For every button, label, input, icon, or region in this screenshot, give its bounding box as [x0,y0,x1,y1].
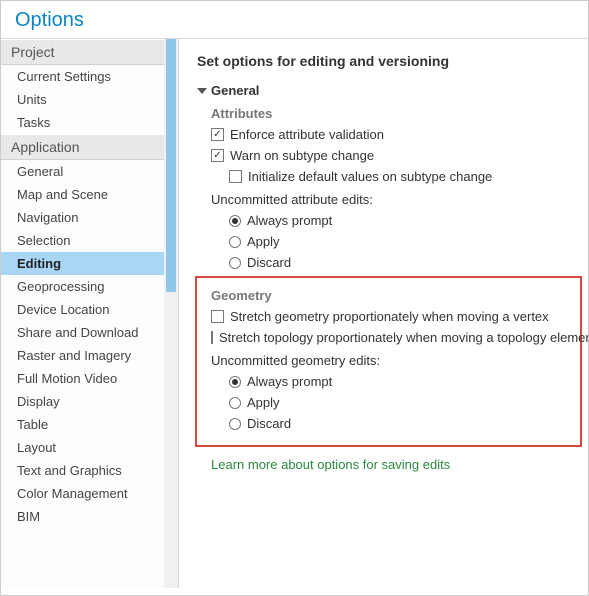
sidebar-item-raster-and-imagery[interactable]: Raster and Imagery [1,344,178,367]
checkbox-enforce-validation[interactable] [211,128,224,141]
sidebar-item-device-location[interactable]: Device Location [1,298,178,321]
label-geom-apply: Apply [247,395,280,410]
label-attr-discard: Discard [247,255,291,270]
sidebar-item-selection[interactable]: Selection [1,229,178,252]
sidebar: Project Current Settings Units Tasks App… [1,39,179,588]
sidebar-item-layout[interactable]: Layout [1,436,178,459]
label-stretch-geometry: Stretch geometry proportionately when mo… [230,309,549,324]
sidebar-item-current-settings[interactable]: Current Settings [1,65,178,88]
sidebar-item-bim[interactable]: BIM [1,505,178,528]
label-stretch-topology: Stretch topology proportionately when mo… [219,330,588,345]
checkbox-stretch-geometry[interactable] [211,310,224,323]
sidebar-item-full-motion-video[interactable]: Full Motion Video [1,367,178,390]
sidebar-item-navigation[interactable]: Navigation [1,206,178,229]
sidebar-item-editing[interactable]: Editing [1,252,178,275]
sidebar-scrollbar-thumb[interactable] [166,39,176,292]
learn-more-link[interactable]: Learn more about options for saving edit… [211,457,588,472]
label-geom-discard: Discard [247,416,291,431]
section-general-label: General [211,83,259,98]
sidebar-group-application[interactable]: Application [1,134,178,160]
sidebar-scrollbar[interactable] [164,39,178,588]
sidebar-item-text-and-graphics[interactable]: Text and Graphics [1,459,178,482]
label-enforce-validation: Enforce attribute validation [230,127,384,142]
uncommitted-geom-label: Uncommitted geometry edits: [211,353,580,368]
sidebar-item-general[interactable]: General [1,160,178,183]
dialog-title: Options [1,1,588,38]
radio-geom-discard[interactable] [229,418,241,430]
radio-attr-always[interactable] [229,215,241,227]
sidebar-item-display[interactable]: Display [1,390,178,413]
label-attr-apply: Apply [247,234,280,249]
sidebar-item-map-and-scene[interactable]: Map and Scene [1,183,178,206]
uncommitted-attr-label: Uncommitted attribute edits: [211,192,588,207]
chevron-down-icon [197,88,207,94]
checkbox-init-defaults[interactable] [229,170,242,183]
section-general-header[interactable]: General [197,83,588,98]
sidebar-group-project[interactable]: Project [1,39,178,65]
label-warn-subtype: Warn on subtype change [230,148,374,163]
attributes-heading: Attributes [211,106,588,121]
checkbox-warn-subtype[interactable] [211,149,224,162]
radio-attr-discard[interactable] [229,257,241,269]
content-pane: Set options for editing and versioning G… [179,39,588,588]
sidebar-item-color-management[interactable]: Color Management [1,482,178,505]
sidebar-item-tasks[interactable]: Tasks [1,111,178,134]
label-attr-always: Always prompt [247,213,332,228]
main-area: Project Current Settings Units Tasks App… [1,38,588,588]
label-geom-always: Always prompt [247,374,332,389]
geometry-heading: Geometry [211,288,580,303]
sidebar-item-share-and-download[interactable]: Share and Download [1,321,178,344]
radio-attr-apply[interactable] [229,236,241,248]
checkbox-stretch-topology[interactable] [211,331,213,344]
geometry-highlight-box: Geometry Stretch geometry proportionatel… [195,276,582,447]
sidebar-item-table[interactable]: Table [1,413,178,436]
radio-geom-apply[interactable] [229,397,241,409]
sidebar-item-geoprocessing[interactable]: Geoprocessing [1,275,178,298]
radio-geom-always[interactable] [229,376,241,388]
label-init-defaults: Initialize default values on subtype cha… [248,169,492,184]
content-title: Set options for editing and versioning [197,53,588,69]
sidebar-item-units[interactable]: Units [1,88,178,111]
